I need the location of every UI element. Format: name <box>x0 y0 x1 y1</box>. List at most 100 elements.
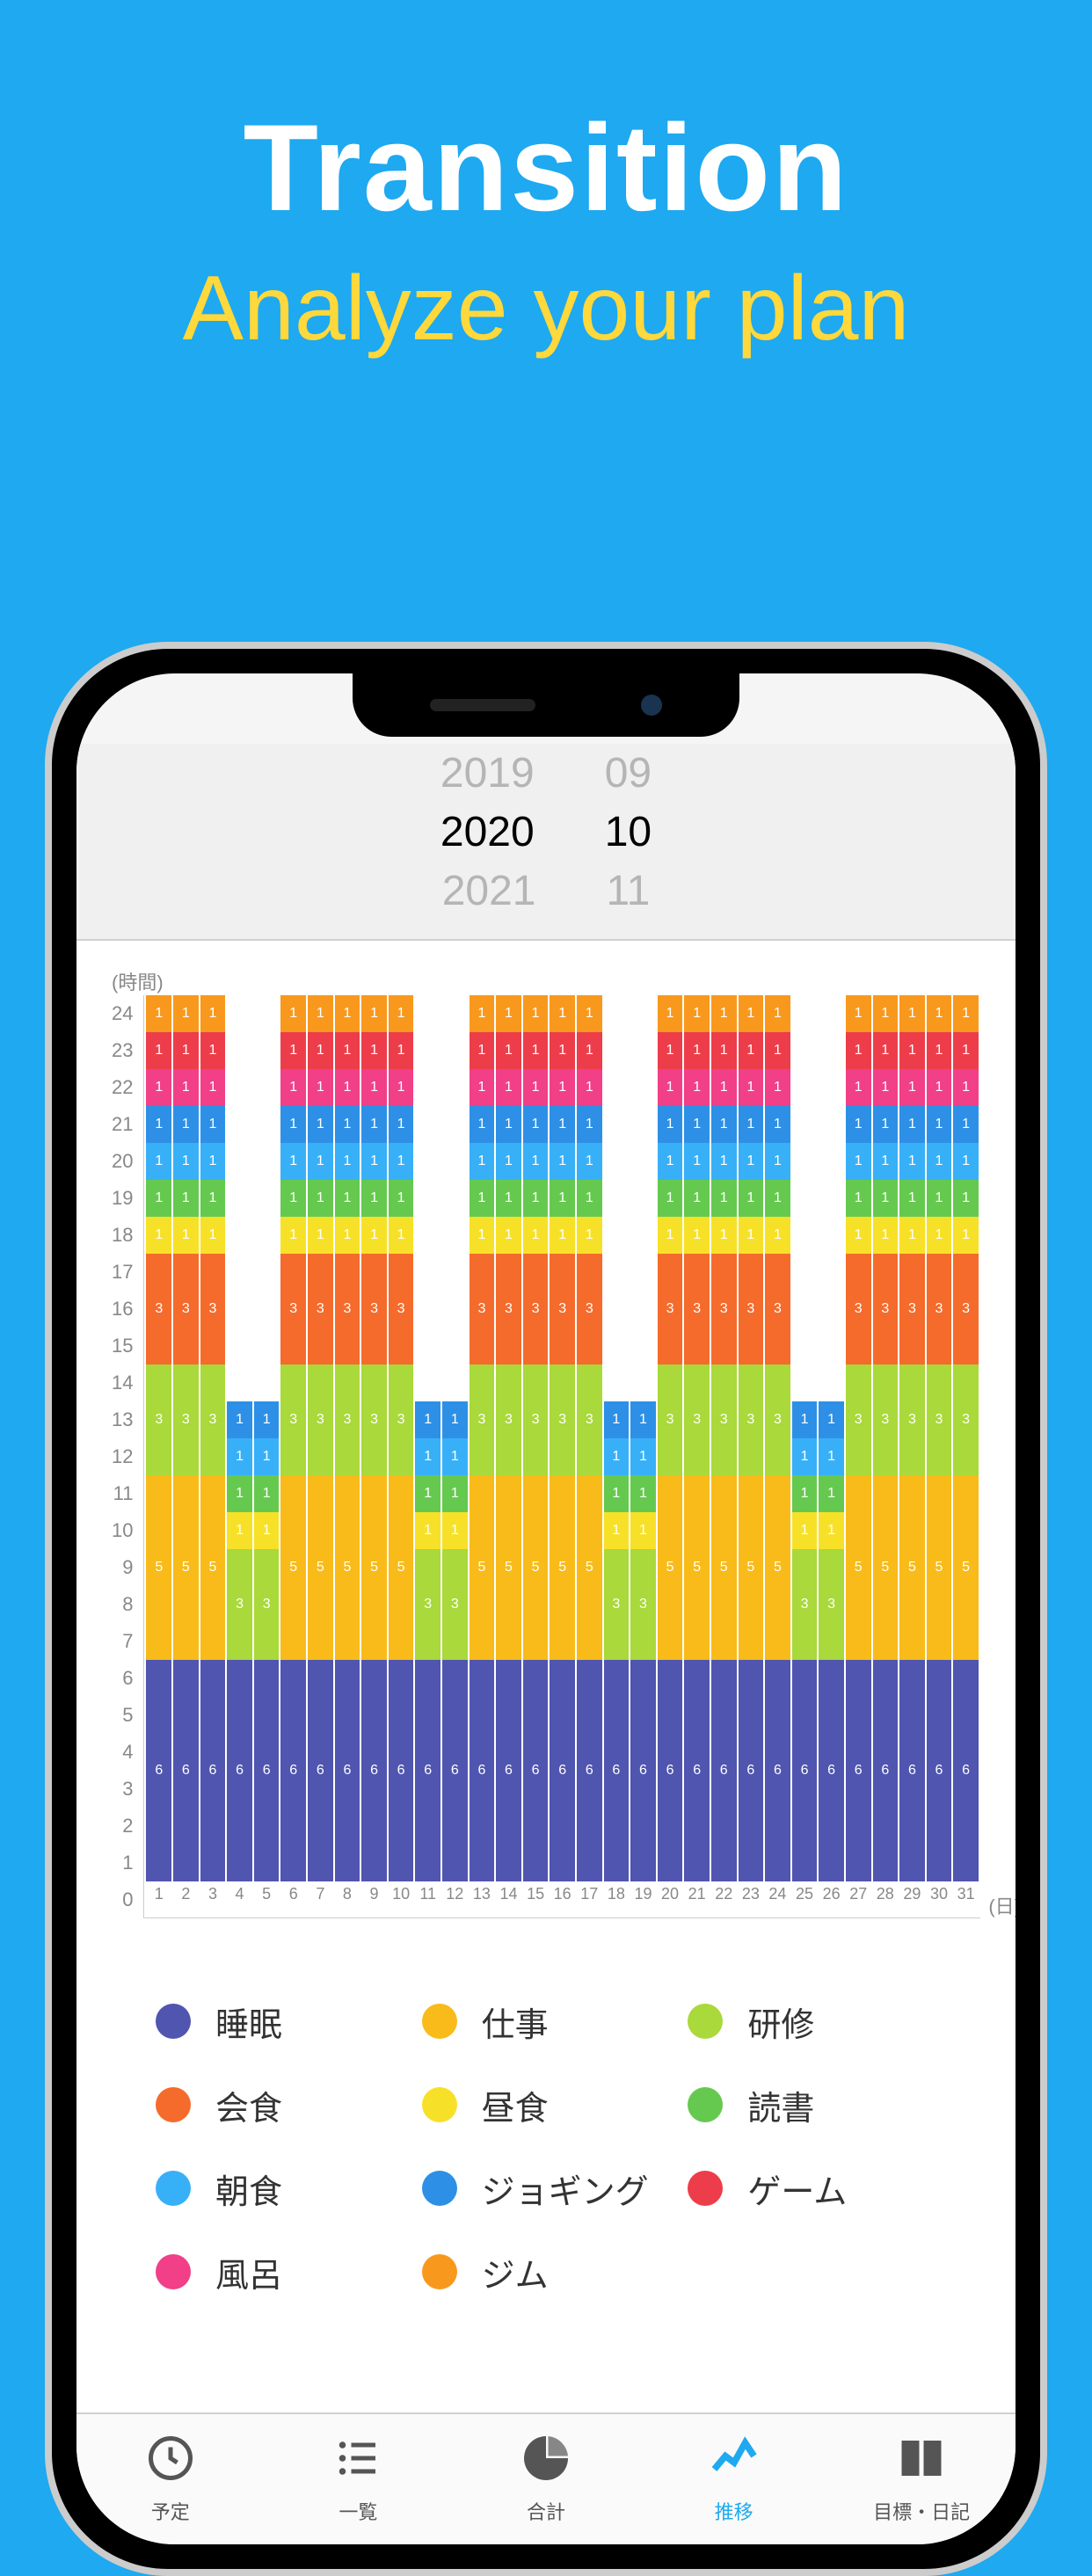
segment: 1 <box>280 1032 306 1069</box>
bars-container: 6533111111165331111111653311111116311116… <box>144 995 980 1881</box>
tab-list[interactable]: 一覧 <box>265 2432 453 2525</box>
segment: 1 <box>335 1032 360 1069</box>
segment: 5 <box>550 1475 575 1660</box>
segment: 1 <box>389 1032 414 1069</box>
segment: 1 <box>550 1217 575 1254</box>
segment: 3 <box>361 1364 387 1475</box>
segment: 1 <box>819 1401 844 1438</box>
bar-day-7: 65331111111 <box>308 995 333 1881</box>
legend-item: 会食 <box>156 2081 404 2129</box>
segment: 1 <box>415 1512 440 1549</box>
segment: 6 <box>711 1660 737 1881</box>
segment: 1 <box>711 1069 737 1106</box>
chart-area: 6533111111165331111111653311111116311116… <box>143 995 980 1918</box>
segment: 1 <box>335 995 360 1032</box>
segment: 3 <box>927 1254 952 1364</box>
legend-dot <box>156 2087 191 2122</box>
segment: 6 <box>846 1660 871 1881</box>
segment: 6 <box>496 1660 521 1881</box>
segment: 1 <box>308 1217 333 1254</box>
segment: 1 <box>684 1069 710 1106</box>
chart-content: (時間) 01234567891011121314151617181920212… <box>76 941 1016 2412</box>
segment: 5 <box>146 1475 171 1660</box>
segment: 3 <box>389 1254 414 1364</box>
segment: 6 <box>227 1660 252 1881</box>
segment: 1 <box>792 1475 818 1512</box>
tab-clock[interactable]: 予定 <box>76 2432 265 2525</box>
segment: 1 <box>415 1401 440 1438</box>
bar-day-20: 65331111111 <box>658 995 683 1881</box>
segment: 1 <box>658 1217 683 1254</box>
segment: 3 <box>846 1254 871 1364</box>
segment: 5 <box>173 1475 199 1660</box>
bar-day-3: 65331111111 <box>200 995 226 1881</box>
tab-pie[interactable]: 合計 <box>452 2432 640 2525</box>
segment: 1 <box>470 1217 495 1254</box>
segment: 5 <box>765 1475 790 1660</box>
legend-label: 読書 <box>747 2081 814 2129</box>
segment: 1 <box>550 1180 575 1217</box>
segment: 1 <box>254 1401 280 1438</box>
segment: 5 <box>927 1475 952 1660</box>
segment: 1 <box>146 995 171 1032</box>
tabbar: 予定一覧合計推移目標・日記 <box>76 2412 1016 2544</box>
bar-day-13: 65331111111 <box>470 995 495 1881</box>
segment: 5 <box>308 1475 333 1660</box>
segment: 5 <box>684 1475 710 1660</box>
segment: 6 <box>819 1660 844 1881</box>
segment: 1 <box>280 1106 306 1143</box>
segment: 1 <box>630 1512 656 1549</box>
segment: 1 <box>658 1032 683 1069</box>
segment: 1 <box>711 1106 737 1143</box>
segment: 1 <box>604 1438 630 1475</box>
tab-line[interactable]: 推移 <box>640 2432 828 2525</box>
list-icon <box>331 2432 384 2490</box>
picker-sel-month[interactable]: 10 <box>605 803 652 862</box>
picker-next-month[interactable]: 11 <box>606 862 650 921</box>
segment: 1 <box>739 1106 764 1143</box>
segment: 1 <box>739 1143 764 1180</box>
segment: 1 <box>765 1069 790 1106</box>
segment: 3 <box>254 1549 280 1660</box>
segment: 6 <box>254 1660 280 1881</box>
picker-prev-month[interactable]: 09 <box>605 744 652 803</box>
segment: 1 <box>496 1217 521 1254</box>
picker-prev-year[interactable]: 2019 <box>440 744 535 803</box>
picker-sel-year[interactable]: 2020 <box>440 803 535 862</box>
segment: 1 <box>846 1106 871 1143</box>
segment: 1 <box>173 995 199 1032</box>
segment: 1 <box>361 1217 387 1254</box>
segment: 1 <box>873 1217 899 1254</box>
segment: 1 <box>308 1143 333 1180</box>
segment: 6 <box>550 1660 575 1881</box>
segment: 1 <box>173 1143 199 1180</box>
segment: 1 <box>335 1069 360 1106</box>
tab-book[interactable]: 目標・日記 <box>827 2432 1016 2525</box>
segment: 1 <box>873 995 899 1032</box>
segment: 1 <box>523 995 549 1032</box>
y-axis: 0123456789101112131415161718192021222324 <box>112 995 143 1918</box>
segment: 3 <box>361 1254 387 1364</box>
segment: 1 <box>873 1032 899 1069</box>
segment: 6 <box>899 1660 925 1881</box>
segment: 6 <box>739 1660 764 1881</box>
legend-item: 研修 <box>688 1997 936 2046</box>
picker-next-year[interactable]: 2021 <box>442 862 536 921</box>
segment: 1 <box>280 1069 306 1106</box>
segment: 1 <box>442 1475 468 1512</box>
segment: 1 <box>953 1143 979 1180</box>
segment: 3 <box>873 1254 899 1364</box>
segment: 3 <box>953 1364 979 1475</box>
legend-label: 朝食 <box>215 2165 282 2213</box>
bar-day-6: 65331111111 <box>280 995 306 1881</box>
segment: 1 <box>684 1032 710 1069</box>
date-picker[interactable]: 2019 09 2020 10 2021 11 <box>76 744 1016 941</box>
segment: 1 <box>873 1106 899 1143</box>
bar-day-22: 65331111111 <box>711 995 737 1881</box>
legend-label: ジム <box>482 2248 549 2296</box>
segment: 3 <box>765 1364 790 1475</box>
segment: 1 <box>470 1180 495 1217</box>
segment: 1 <box>739 1180 764 1217</box>
segment: 6 <box>280 1660 306 1881</box>
segment: 3 <box>523 1254 549 1364</box>
